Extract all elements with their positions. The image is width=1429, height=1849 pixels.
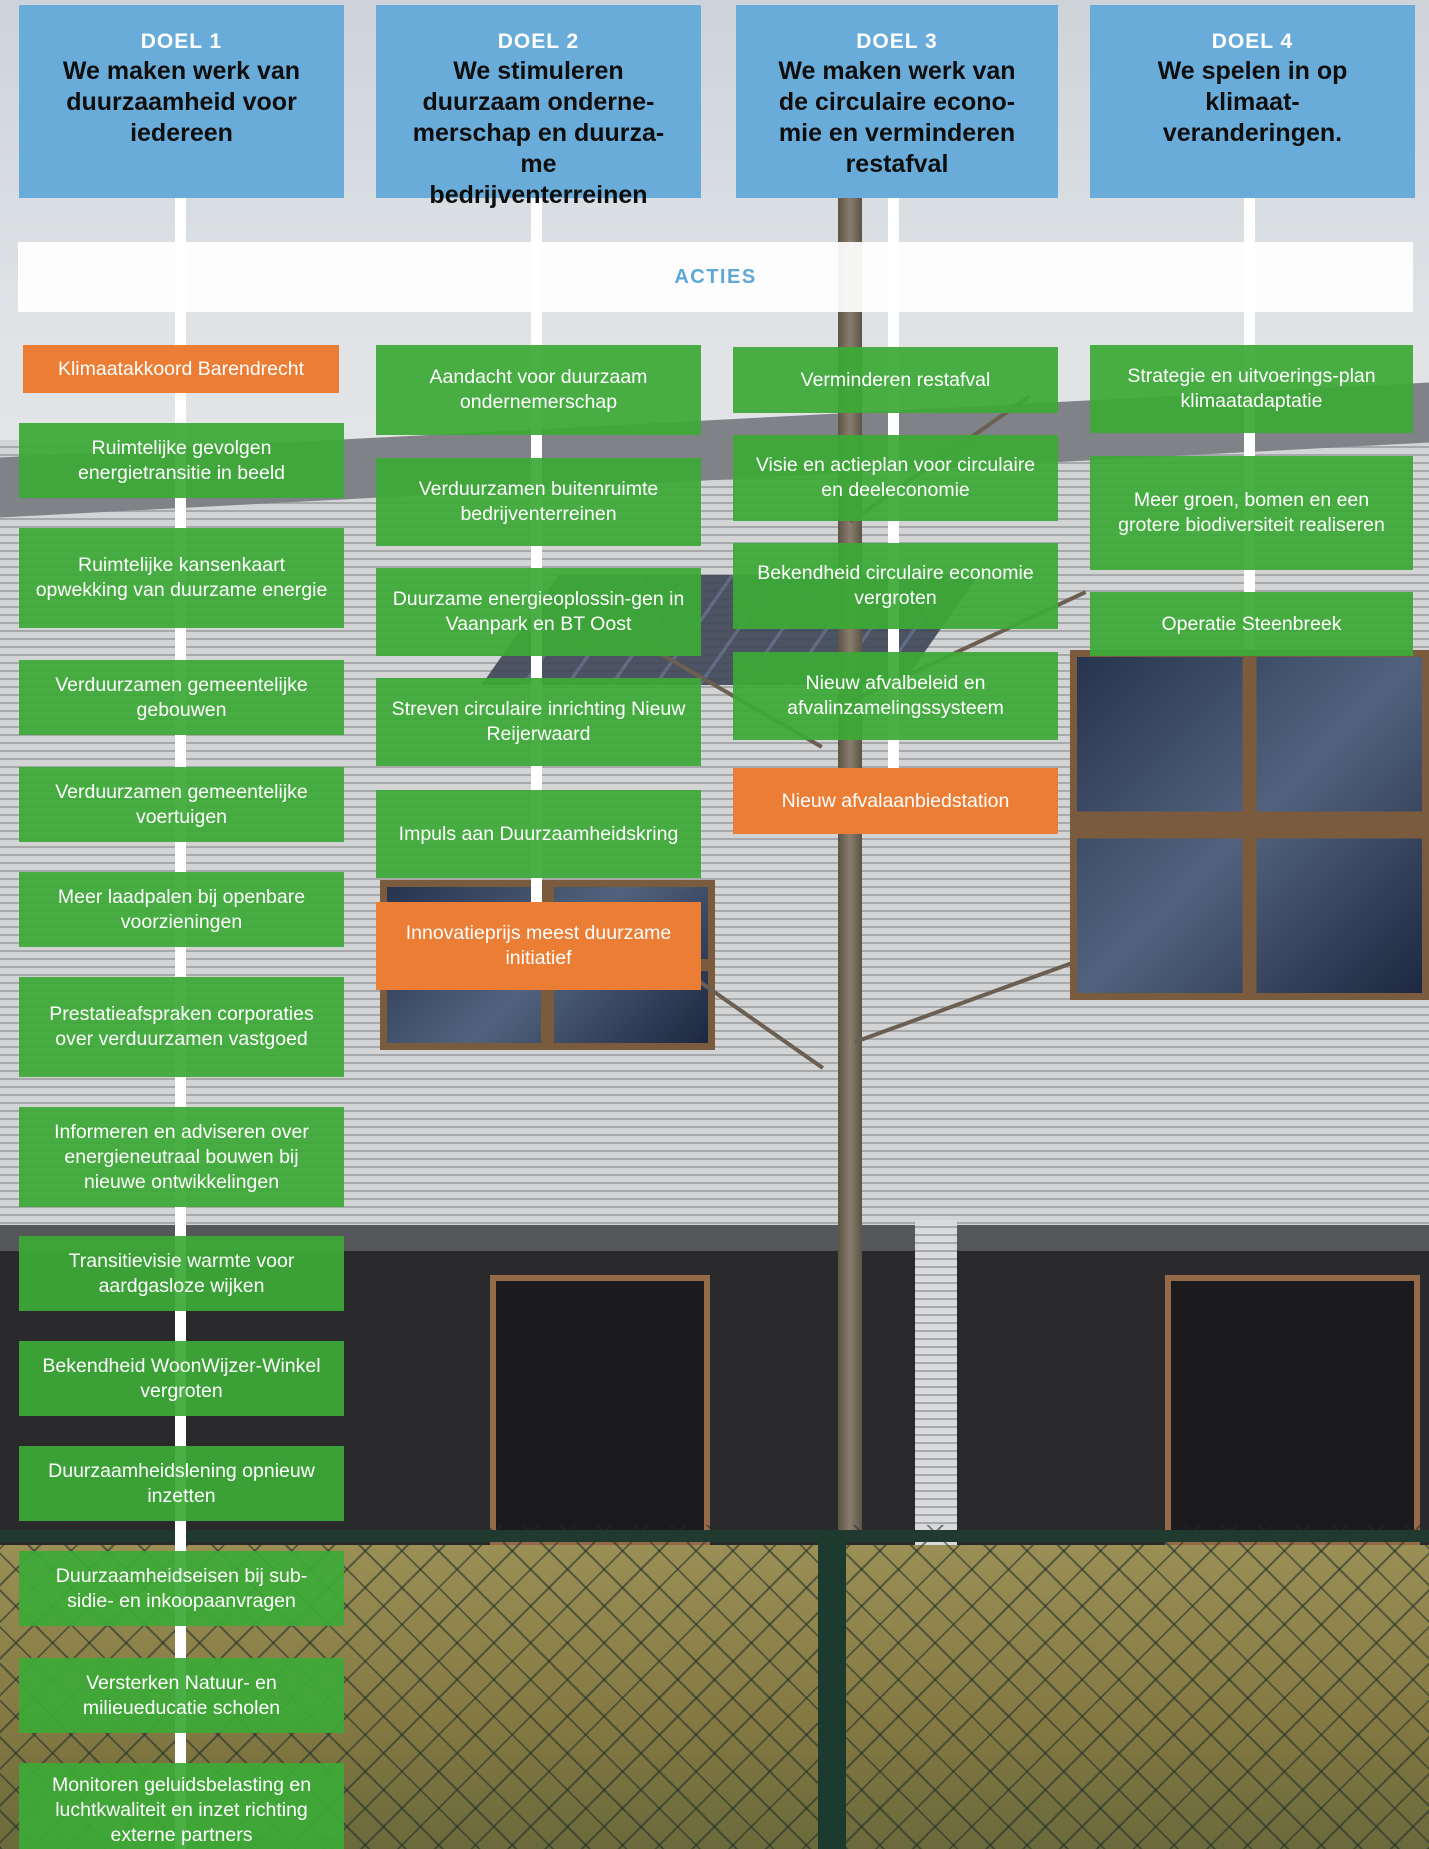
action-label: Transitievisie warmte voor aardgasloze w… [68,1249,295,1297]
action-klimaatadaptatie: Strategie en uitvoerings-plan klimaatada… [1090,345,1413,433]
action-laadpalen: Meer laadpalen bij openbare voorzieninge… [19,872,344,947]
action-label: Impuls aan Duurzaamheidskring [398,822,679,845]
action-transitievisie-warmte: Transitievisie warmte voor aardgasloze w… [19,1236,344,1311]
goal-2-number: DOEL 2 [497,30,580,53]
goal-4-title: We spelen in op klimaat-veranderingen. [1157,57,1348,147]
action-label: Aandacht voor duurzaam ondernemerschap [429,366,648,413]
action-label: Nieuw afvalaanbiedstation [781,789,1010,812]
action-label: Streven circulaire inrichting Nieuw Reij… [391,698,686,745]
action-label: Ruimtelijke kansenkaart opwekking van du… [35,554,328,601]
action-label: Verduurzamen buitenruimte bedrijventerre… [418,478,659,525]
action-ruimtelijke-kansenkaart: Ruimtelijke kansenkaart opwekking van du… [19,528,344,628]
goal-1-header: DOEL 1 We maken werk van duurzaamheid vo… [19,5,344,198]
action-label: Bekendheid circulaire economie vergroten [757,562,1034,609]
action-label: Innovatieprijs meest duurzame initiatief [405,922,672,969]
goal-2-title: We stimuleren duurzaam onderne-merschap … [412,57,665,209]
action-verminderen-restafval: Verminderen restafval [733,347,1058,413]
action-label: Versterken Natuur- en milieueducatie sch… [82,1671,281,1719]
acties-label: ACTIES [674,266,757,288]
action-gemeentelijke-voertuigen: Verduurzamen gemeentelijke voertuigen [19,767,344,842]
goal-3-title: We maken werk van de circulaire econo-mi… [778,57,1016,178]
action-gemeentelijke-gebouwen: Verduurzamen gemeentelijke gebouwen [19,660,344,735]
action-operatie-steenbreek: Operatie Steenbreek [1090,592,1413,656]
action-afvalaanbiedstation: Nieuw afvalaanbiedstation [733,768,1058,834]
goal-3-number: DOEL 3 [856,30,938,53]
goal-4-number: DOEL 4 [1211,30,1294,53]
action-label: Verduurzamen gemeentelijke voertuigen [55,780,308,828]
action-klimaatakkoord: Klimaatakkoord Barendrecht [23,345,339,393]
action-label: Duurzame energieoplossin-gen in Vaanpark… [392,588,685,635]
action-monitoren-geluid-lucht: Monitoren geluidsbelasting en luchtkwali… [19,1763,344,1849]
action-label: Klimaatakkoord Barendrecht [57,357,305,380]
goal-2-header: DOEL 2 We stimuleren duurzaam onderne-me… [376,5,701,209]
goal-3-header: DOEL 3 We maken werk van de circulaire e… [736,5,1058,198]
action-label: Monitoren geluidsbelasting en luchtkwali… [51,1774,312,1846]
action-label: Duurzaamheidseisen bij sub-sidie- en ink… [55,1564,308,1612]
action-bekendheid-circulaire-economie: Bekendheid circulaire economie vergroten [733,543,1058,629]
action-duurzaamheidskring: Impuls aan Duurzaamheidskring [376,790,701,878]
action-label: Prestatieafspraken corporaties over verd… [49,1003,314,1050]
action-nieuw-afvalbeleid: Nieuw afvalbeleid en afvalinzamelingssys… [733,652,1058,740]
action-label: Nieuw afvalbeleid en afvalinzamelingssys… [787,672,1004,719]
action-label: Bekendheid WoonWijzer-Winkel vergroten [42,1354,321,1402]
goal-4-header: DOEL 4 We spelen in op klimaat-veranderi… [1090,5,1415,198]
action-label: Meer groen, bomen en een grotere biodive… [1118,489,1385,536]
action-duurzaamheidslening: Duurzaamheidslening opnieuw inzetten [19,1446,344,1521]
action-label: Verminderen restafval [800,368,991,391]
action-duurzaamheidseisen: Duurzaamheidseisen bij sub-sidie- en ink… [19,1551,344,1626]
action-label: Meer laadpalen bij openbare voorzieninge… [57,885,306,933]
action-groen-biodiversiteit: Meer groen, bomen en een grotere biodive… [1090,456,1413,570]
acties-band: ACTIES [18,242,1413,312]
action-prestatieafspraken: Prestatieafspraken corporaties over verd… [19,977,344,1077]
action-buitenruimte-bedrijventerreinen: Verduurzamen buitenruimte bedrijventerre… [376,458,701,546]
action-innovatieprijs: Innovatieprijs meest duurzame initiatief [376,902,701,990]
action-label: Duurzaamheidslening opnieuw inzetten [48,1459,315,1507]
action-circulaire-inrichting-reijerwaard: Streven circulaire inrichting Nieuw Reij… [376,678,701,766]
action-label: Verduurzamen gemeentelijke gebouwen [55,673,308,721]
action-duurzaam-ondernemerschap: Aandacht voor duurzaam ondernemerschap [376,345,701,435]
action-label: Operatie Steenbreek [1161,612,1342,635]
action-label: Informeren en adviseren over energieneut… [54,1120,309,1193]
goal-1-title: We maken werk van duurzaamheid voor iede… [62,57,301,147]
action-label: Strategie en uitvoerings-plan klimaatada… [1127,365,1376,412]
action-energieoplossingen-vaanpark: Duurzame energieoplossin-gen in Vaanpark… [376,568,701,656]
action-label: Ruimtelijke gevolgen energietransitie in… [77,436,286,484]
action-visie-circulaire-economie: Visie en actieplan voor circulaire en de… [733,435,1058,521]
action-ruimtelijke-gevolgen: Ruimtelijke gevolgen energietransitie in… [19,423,344,498]
action-woonwijzer-winkel: Bekendheid WoonWijzer-Winkel vergroten [19,1341,344,1416]
goal-1-number: DOEL 1 [140,30,223,53]
action-informeren-adviseren: Informeren en adviseren over energieneut… [19,1107,344,1207]
action-natuur-milieueducatie: Versterken Natuur- en milieueducatie sch… [19,1658,344,1733]
action-label: Visie en actieplan voor circulaire en de… [755,454,1036,501]
